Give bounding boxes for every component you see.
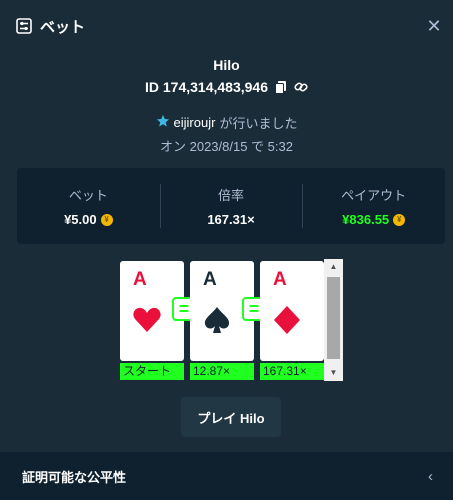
diamond-icon <box>272 305 302 335</box>
heart-icon <box>132 305 162 335</box>
scroll-thumb[interactable] <box>327 277 340 359</box>
card-rank: A <box>203 269 217 290</box>
close-icon[interactable]: ✕ <box>425 17 443 35</box>
card-scrollbar[interactable]: ▲ ▼ <box>324 259 343 381</box>
card-rank: A <box>273 269 287 290</box>
bet-id: ID 174,314,483,946 <box>145 79 268 95</box>
card-ace-diamonds: A <box>260 261 324 361</box>
placed-by-suffix: が行いました <box>219 116 298 131</box>
vip-star-icon <box>156 114 170 131</box>
modal-title: ベット <box>40 18 86 36</box>
stat-payout: ペイアウト ¥836.55 ¥ <box>302 168 445 244</box>
link-icon[interactable] <box>294 80 308 94</box>
stat-multiplier-label: 倍率 <box>218 188 245 203</box>
spade-icon <box>202 305 232 335</box>
bet-stats-panel: ベット ¥5.00 ¥ 倍率 167.31× ペイアウト ¥836.55 ¥ <box>17 168 445 244</box>
play-hilo-button[interactable]: プレイ Hilo <box>181 397 281 437</box>
bet-date: オン 2023/8/15 で 5:32 <box>160 139 293 154</box>
stat-bet-value: ¥5.00 <box>64 212 97 227</box>
provably-fair-section[interactable]: 証明可能な公平性 ‹ <box>0 452 453 500</box>
username-link[interactable]: eijiroujr <box>174 115 216 130</box>
stat-payout-value-row: ¥836.55 ¥ <box>342 212 406 227</box>
bet-slip-icon <box>16 18 32 34</box>
stat-payout-value: ¥836.55 <box>342 212 390 227</box>
card-tag-multiplier: 167.31× <box>260 363 324 380</box>
stat-multiplier-value: 167.31× <box>207 212 255 227</box>
bet-id-row: ID 174,314,483,946 <box>0 79 453 95</box>
yen-coin-icon: ¥ <box>100 213 113 226</box>
card-rank: A <box>133 269 147 290</box>
card-tag-start: スタート <box>120 363 184 380</box>
card-history: A スタート = A 12.87× = A 167.31× <box>118 259 344 381</box>
stat-multiplier: 倍率 167.31× <box>159 168 303 244</box>
modal-header: ベット ✕ <box>0 0 453 52</box>
stat-bet-value-row: ¥5.00 ¥ <box>64 212 113 227</box>
chevron-left-icon[interactable]: ‹ <box>428 468 433 485</box>
game-name: Hilo <box>213 57 240 73</box>
provably-fair-title: 証明可能な公平性 <box>22 469 127 485</box>
placed-by-row: eijiroujr が行いました <box>0 113 453 132</box>
card-tag-multiplier: 12.87× <box>190 363 254 380</box>
yen-coin-icon: ¥ <box>393 213 406 226</box>
copy-icon[interactable] <box>274 80 288 94</box>
stat-bet: ベット ¥5.00 ¥ <box>17 168 160 244</box>
scroll-up-icon[interactable]: ▲ <box>324 259 343 275</box>
stat-bet-label: ベット <box>68 188 108 203</box>
scroll-down-icon[interactable]: ▼ <box>324 365 343 381</box>
stat-payout-label: ペイアウト <box>341 188 407 203</box>
